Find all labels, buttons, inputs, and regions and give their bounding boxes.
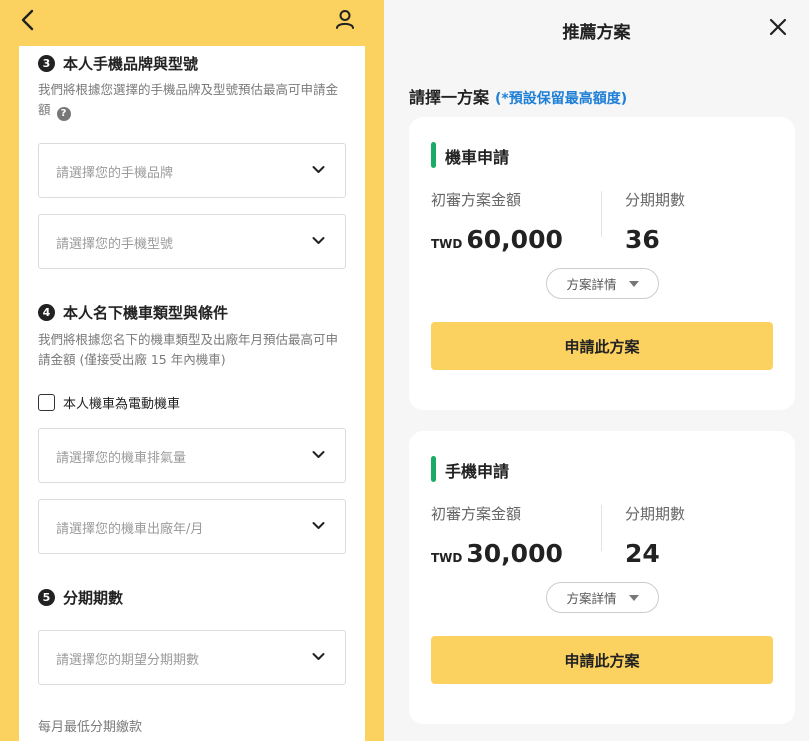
plan-name: 機車申請 bbox=[431, 142, 509, 168]
term-label: 分期期數 bbox=[625, 505, 686, 523]
phone-brand-select[interactable]: 請選擇您的手機品牌 bbox=[38, 143, 346, 198]
triangle-down-icon bbox=[628, 594, 639, 601]
back-arrow-icon[interactable] bbox=[18, 9, 38, 31]
section-term-title: 5 分期期數 bbox=[38, 587, 123, 608]
apply-plan-button[interactable]: 申請此方案 bbox=[431, 636, 773, 684]
pick-text: 請擇一方案 bbox=[409, 88, 490, 107]
term-label: 分期期數 bbox=[625, 191, 686, 209]
section-title-text: 本人名下機車類型與條件 bbox=[63, 304, 229, 322]
section-phone-desc: 我們將根據您選擇的手機品牌及型號預估最高可申請金額? bbox=[38, 80, 348, 121]
min-payment-label: 每月最低分期繳款 bbox=[38, 720, 143, 735]
step-number: 4 bbox=[38, 304, 55, 321]
select-placeholder: 請選擇您的期望分期期數 bbox=[56, 653, 200, 668]
triangle-down-icon bbox=[628, 280, 639, 287]
chevron-down-icon bbox=[312, 653, 325, 660]
term-value: 24 bbox=[625, 539, 660, 568]
section-scooter-desc: 我們將根據您名下的機車類型及出廠年月預估最高可申請金額 (僅接受出廠 15 年內… bbox=[38, 332, 339, 367]
amount-value: TWD 30,000 bbox=[431, 539, 563, 568]
chevron-down-icon bbox=[312, 522, 325, 529]
electric-scooter-checkbox[interactable]: 本人機車為電動機車 bbox=[38, 393, 180, 412]
amount: 60,000 bbox=[466, 225, 563, 254]
phone-model-select[interactable]: 請選擇您的手機型號 bbox=[38, 214, 346, 269]
details-label: 方案詳情 bbox=[566, 591, 617, 606]
amount: 30,000 bbox=[466, 539, 563, 568]
chevron-down-icon bbox=[312, 451, 325, 458]
step-number: 3 bbox=[38, 55, 55, 72]
select-placeholder: 請選擇您的手機型號 bbox=[56, 237, 174, 252]
user-icon[interactable] bbox=[334, 8, 356, 30]
recommended-plans-panel: 推薦方案 請擇一方案 (*預設保留最高額度) 機車申請 初審方案金額 分期期數 T… bbox=[384, 0, 809, 741]
application-form-panel: 3 本人手機品牌與型號 我們將根據您選擇的手機品牌及型號預估最高可申請金額? 請… bbox=[0, 0, 384, 741]
panel-header: 推薦方案 bbox=[384, 0, 809, 58]
select-placeholder: 請選擇您的機車排氣量 bbox=[56, 451, 187, 466]
section-scooter-title: 4 本人名下機車類型與條件 bbox=[38, 302, 228, 323]
amount-label: 初審方案金額 bbox=[431, 191, 522, 209]
currency: TWD bbox=[431, 237, 463, 251]
amount-label: 初審方案金額 bbox=[431, 505, 522, 523]
divider bbox=[601, 505, 602, 551]
chevron-down-icon bbox=[312, 237, 325, 244]
plan-card-phone: 手機申請 初審方案金額 分期期數 TWD 30,000 24 方案詳情 申請此方… bbox=[409, 431, 795, 724]
help-icon[interactable]: ? bbox=[56, 107, 71, 121]
plan-details-button[interactable]: 方案詳情 bbox=[546, 268, 659, 299]
top-bar bbox=[0, 0, 384, 46]
pick-note: (*預設保留最高額度) bbox=[495, 91, 628, 107]
currency: TWD bbox=[431, 551, 463, 565]
plan-card-scooter: 機車申請 初審方案金額 分期期數 TWD 60,000 36 方案詳情 申請此方… bbox=[409, 117, 795, 410]
term-select[interactable]: 請選擇您的期望分期期數 bbox=[38, 630, 346, 685]
checkbox-box[interactable] bbox=[38, 394, 55, 411]
apply-plan-button[interactable]: 申請此方案 bbox=[431, 322, 773, 370]
amount-value: TWD 60,000 bbox=[431, 225, 563, 254]
term-value: 36 bbox=[625, 225, 660, 254]
chevron-down-icon bbox=[312, 166, 325, 173]
pick-one-label: 請擇一方案 (*預設保留最高額度) bbox=[409, 84, 627, 108]
section-phone-title: 3 本人手機品牌與型號 bbox=[38, 53, 198, 74]
scooter-cc-select[interactable]: 請選擇您的機車排氣量 bbox=[38, 428, 346, 483]
close-icon[interactable] bbox=[769, 18, 787, 36]
select-placeholder: 請選擇您的手機品牌 bbox=[56, 166, 174, 181]
section-title-text: 分期期數 bbox=[63, 589, 124, 607]
checkbox-label: 本人機車為電動機車 bbox=[63, 397, 181, 412]
form-card: 3 本人手機品牌與型號 我們將根據您選擇的手機品牌及型號預估最高可申請金額? 請… bbox=[19, 46, 365, 741]
desc-text: 我們將根據您選擇的手機品牌及型號預估最高可申請金額 bbox=[38, 82, 339, 117]
step-number: 5 bbox=[38, 589, 55, 606]
panel-title: 推薦方案 bbox=[562, 23, 631, 43]
details-label: 方案詳情 bbox=[566, 277, 617, 292]
divider bbox=[601, 191, 602, 237]
plan-details-button[interactable]: 方案詳情 bbox=[546, 582, 659, 613]
plan-name: 手機申請 bbox=[431, 456, 509, 482]
select-placeholder: 請選擇您的機車出廠年/月 bbox=[56, 522, 204, 537]
scooter-date-select[interactable]: 請選擇您的機車出廠年/月 bbox=[38, 499, 346, 554]
section-title-text: 本人手機品牌與型號 bbox=[63, 55, 199, 73]
